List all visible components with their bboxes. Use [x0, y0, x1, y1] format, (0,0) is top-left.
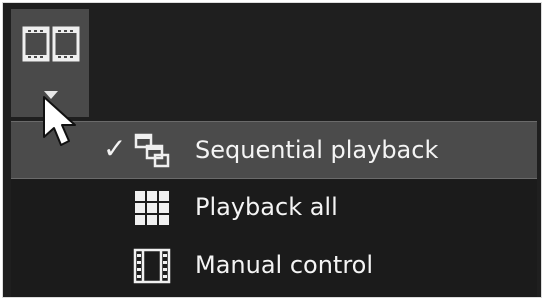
grid-icon	[135, 191, 169, 225]
menu-item-label: Playback all	[195, 193, 338, 221]
app-frame: ✓ Sequential playback Playback all Manua…	[2, 2, 542, 298]
menu-item-manual-control[interactable]: Manual control	[11, 237, 537, 295]
menu-item-playback-all[interactable]: Playback all	[11, 179, 537, 237]
menu-item-label: Sequential playback	[195, 136, 439, 164]
checkmark-icon: ✓	[103, 132, 127, 165]
film-strip-icon	[22, 26, 80, 62]
sequential-frames-icon	[134, 133, 170, 168]
mouse-cursor-icon	[43, 96, 76, 146]
film-frame-icon	[133, 248, 171, 284]
menu-item-sequential-playback[interactable]: ✓ Sequential playback	[11, 121, 537, 179]
menu-item-label: Manual control	[195, 251, 374, 279]
playback-mode-menu: ✓ Sequential playback Playback all Manua…	[11, 121, 537, 297]
